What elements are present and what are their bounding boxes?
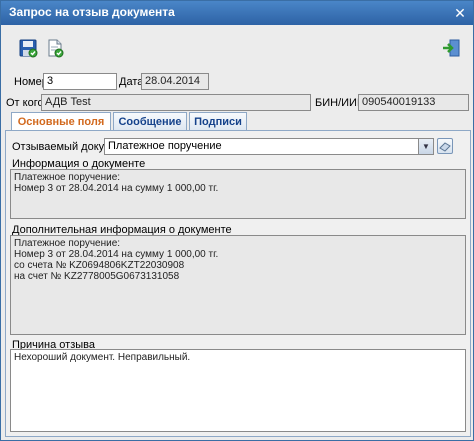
recall-request-window: Запрос на отзыв документа ✕ Номер 3 Дата xyxy=(0,0,474,441)
recall-reason-input[interactable]: Нехороший документ. Неправильный. xyxy=(10,349,466,432)
exit-icon xyxy=(443,39,460,57)
additional-info-text[interactable]: Платежное поручение: Номер 3 от 28.04.20… xyxy=(10,235,466,335)
eraser-icon xyxy=(439,142,451,152)
chevron-down-icon[interactable]: ▼ xyxy=(418,139,433,154)
bin-field[interactable]: 090540019133 xyxy=(358,94,469,111)
close-button[interactable]: ✕ xyxy=(451,4,469,22)
recalled-document-select[interactable]: Платежное поручение ▼ xyxy=(104,138,434,155)
window-title: Запрос на отзыв документа xyxy=(9,5,175,19)
document-check-icon xyxy=(48,39,64,58)
recalled-document-value: Платежное поручение xyxy=(108,140,222,152)
check-document-button[interactable] xyxy=(45,38,65,58)
save-button[interactable] xyxy=(18,38,38,58)
tab-main-fields[interactable]: Основные поля xyxy=(11,112,111,132)
save-floppy-icon xyxy=(19,39,38,58)
title-bar[interactable]: Запрос на отзыв документа ✕ xyxy=(1,1,473,25)
tab-signatures[interactable]: Подписи xyxy=(189,112,247,131)
exit-button[interactable] xyxy=(441,38,461,58)
from-label: От кого xyxy=(6,97,44,109)
main-fields-panel: Отзываемый документ Платежное поручение … xyxy=(5,130,471,437)
tab-message[interactable]: Сообщение xyxy=(113,112,187,131)
document-info-text[interactable]: Платежное поручение: Номер 3 от 28.04.20… xyxy=(10,169,466,219)
date-label: Дата xyxy=(119,76,144,88)
number-field[interactable]: 3 xyxy=(43,73,117,90)
open-document-button[interactable] xyxy=(437,138,453,154)
date-field[interactable]: 28.04.2014 xyxy=(141,73,209,90)
from-field[interactable]: АДВ Test xyxy=(41,94,311,111)
